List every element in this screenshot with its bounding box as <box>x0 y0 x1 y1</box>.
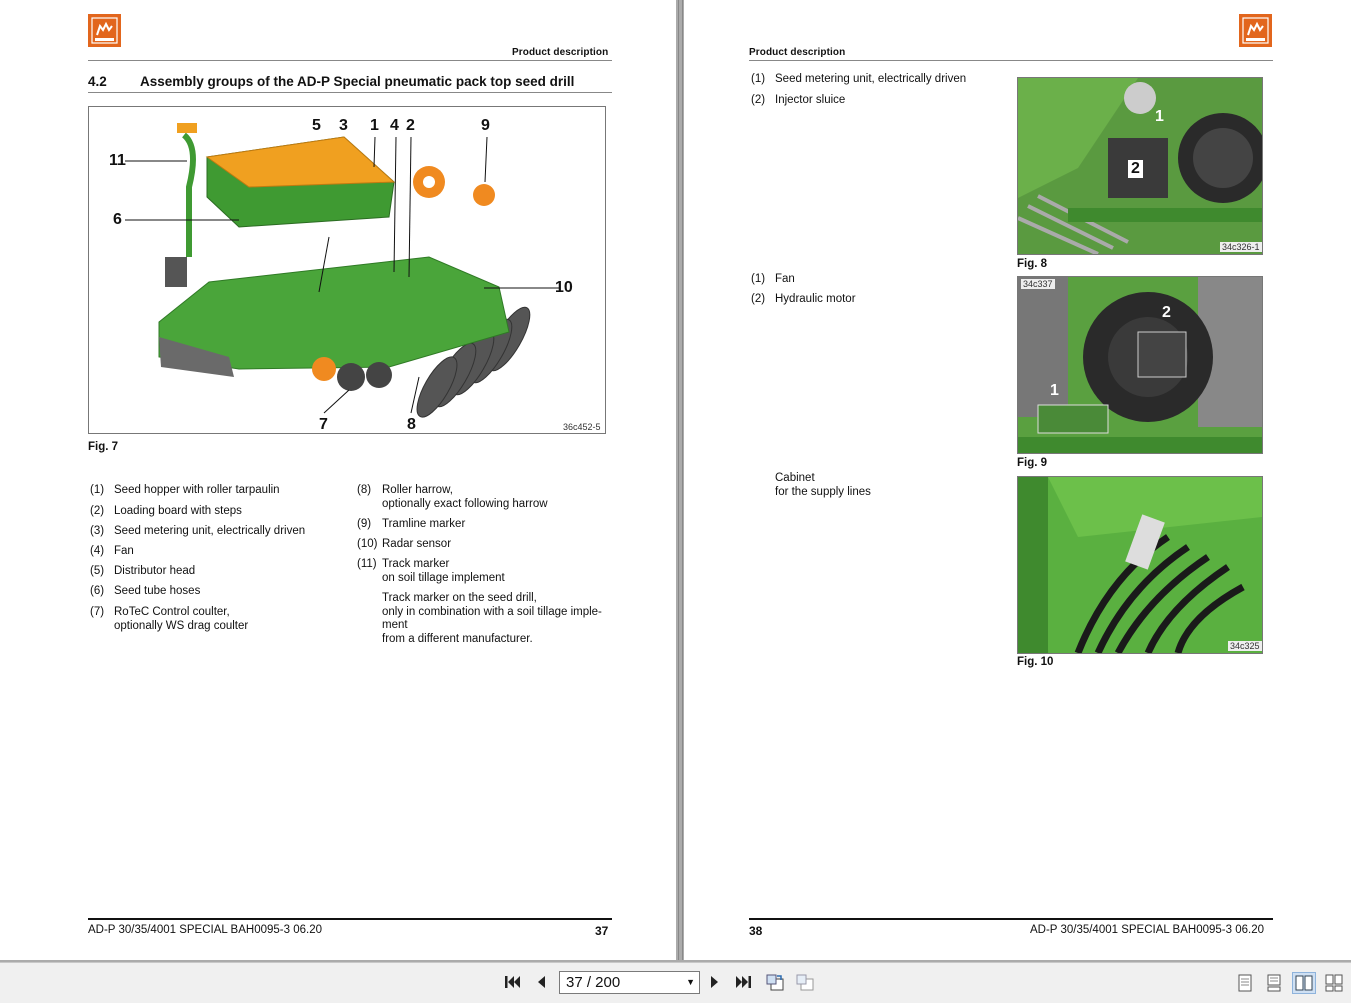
figure-10-photo: 34c325 <box>1017 476 1263 654</box>
legend-number: (1) <box>751 273 766 285</box>
legend-number: (2) <box>90 505 105 517</box>
callout-1: 1 <box>1155 108 1164 125</box>
figure-caption: Fig. 10 <box>1017 656 1054 668</box>
figure-7-seed-drill: 5 3 1 4 2 9 11 6 10 7 8 36c452-5 <box>88 106 606 434</box>
legend-number: (2) <box>751 293 766 305</box>
footer-text: AD-P 30/35/4001 SPECIAL BAH0095-3 06.20 <box>1030 924 1264 936</box>
footer-rule <box>749 918 1273 920</box>
legend-number: (7) <box>90 606 105 618</box>
section-rule <box>88 92 612 93</box>
continuous-view-icon[interactable] <box>1262 972 1286 994</box>
figure-caption: Fig. 8 <box>1017 258 1048 270</box>
figure-code: 34c326-1 <box>1220 242 1262 252</box>
legend-number: (4) <box>90 545 105 557</box>
legend-text: Distributor head <box>114 565 196 577</box>
legend-number: (6) <box>90 585 105 597</box>
header-rule <box>749 60 1273 61</box>
right-page: Product description (1) Seed metering un… <box>684 0 1351 960</box>
legend-text: Cabinet for the supply lines <box>775 472 871 498</box>
legend-text: Radar sensor <box>382 538 452 550</box>
next-page-icon[interactable] <box>704 971 726 993</box>
section-number: 4.2 <box>88 74 107 89</box>
legend-text: Roller harrow, optionally exact followin… <box>382 484 548 510</box>
page-select[interactable]: 37 / 200 ▼ <box>559 971 700 994</box>
callout-10: 10 <box>555 279 573 296</box>
rotate-icon[interactable] <box>764 971 786 993</box>
legend-text: RoTeC Control coulter, optionally WS dra… <box>114 606 249 632</box>
header-rule <box>88 60 612 61</box>
figure-caption: Fig. 7 <box>88 441 119 453</box>
callout-6: 6 <box>113 211 122 228</box>
amazone-logo <box>1239 14 1272 47</box>
legend-number: (3) <box>90 525 105 537</box>
legend-number: (5) <box>90 565 105 577</box>
prev-page-icon[interactable] <box>530 971 552 993</box>
figure-8-photo: 1 2 34c326-1 <box>1017 77 1263 255</box>
fan-motor-photo <box>1018 277 1262 453</box>
page-number: 37 <box>595 924 609 938</box>
legend-text: Seed metering unit, electrically driven <box>775 73 967 85</box>
viewer-toolbar: 37 / 200 ▼ <box>0 962 1351 1003</box>
rotate-alt-icon[interactable] <box>794 971 816 993</box>
legend-text: Hydraulic motor <box>775 293 856 305</box>
left-page: Product description 4.2 Assembly groups o… <box>0 0 676 960</box>
callout-1: 1 <box>1050 382 1059 399</box>
legend-text: Seed metering unit, electrically driven <box>114 525 306 537</box>
legend-number: (8) <box>357 484 372 496</box>
last-page-icon[interactable] <box>732 971 754 993</box>
footer-rule <box>88 918 612 920</box>
callout-8: 8 <box>407 416 416 433</box>
legend-text: Fan <box>114 545 134 557</box>
figure-code: 36c452-5 <box>563 422 601 432</box>
single-page-view-icon[interactable] <box>1233 972 1257 994</box>
legend-text: Seed tube hoses <box>114 585 201 597</box>
section-title: 4.2 Assembly groups of the AD-P Special p… <box>88 74 574 89</box>
legend-text: Seed hopper with roller tarpaulin <box>114 484 280 496</box>
legend-number: (1) <box>90 484 105 496</box>
amazone-logo <box>88 14 121 47</box>
legend-text: Track marker on soil tillage implement <box>382 558 505 584</box>
callout-9: 9 <box>481 117 490 134</box>
legend-number: (1) <box>751 73 766 85</box>
callout-2: 2 <box>1128 160 1143 178</box>
callout-2: 2 <box>406 117 415 134</box>
legend-number: (2) <box>751 94 766 106</box>
page-divider <box>678 0 679 960</box>
first-page-icon[interactable] <box>502 971 524 993</box>
two-page-continuous-icon[interactable] <box>1322 972 1346 994</box>
figure-9-photo: 2 1 34c337 <box>1017 276 1263 454</box>
supply-cabinet-photo <box>1018 477 1262 653</box>
two-page-view-icon[interactable] <box>1292 972 1316 994</box>
callout-3: 3 <box>339 117 348 134</box>
legend-text: Fan <box>775 273 795 285</box>
legend-text: Track marker on the seed drill, only in … <box>382 592 602 645</box>
header-label: Product description <box>512 47 609 58</box>
legend-text: Injector sluice <box>775 94 846 106</box>
page-select-value: 37 / 200 <box>566 974 621 991</box>
page-number: 38 <box>749 924 763 938</box>
legend-text: Loading board with steps <box>114 505 242 517</box>
callout-5: 5 <box>312 117 321 134</box>
legend-number: (9) <box>357 518 372 530</box>
legend-text: Tramline marker <box>382 518 466 530</box>
seed-drill-illustration <box>125 123 559 418</box>
figure-code: 34c337 <box>1021 279 1055 289</box>
legend-number: (10) <box>357 538 378 550</box>
section-heading: Assembly groups of the AD-P Special pneu… <box>140 74 575 89</box>
callout-7: 7 <box>319 416 328 433</box>
figure-code: 34c325 <box>1228 641 1262 651</box>
chevron-down-icon: ▼ <box>686 977 695 987</box>
callout-4: 4 <box>390 117 399 134</box>
footer-text: AD-P 30/35/4001 SPECIAL BAH0095-3 06.20 <box>88 924 322 936</box>
header-label: Product description <box>749 47 846 58</box>
legend-number: (11) <box>357 558 377 570</box>
figure-caption: Fig. 9 <box>1017 457 1048 469</box>
callout-11: 11 <box>109 152 126 169</box>
page-divider <box>682 0 683 960</box>
callout-2: 2 <box>1162 304 1171 321</box>
callout-1: 1 <box>370 117 379 134</box>
